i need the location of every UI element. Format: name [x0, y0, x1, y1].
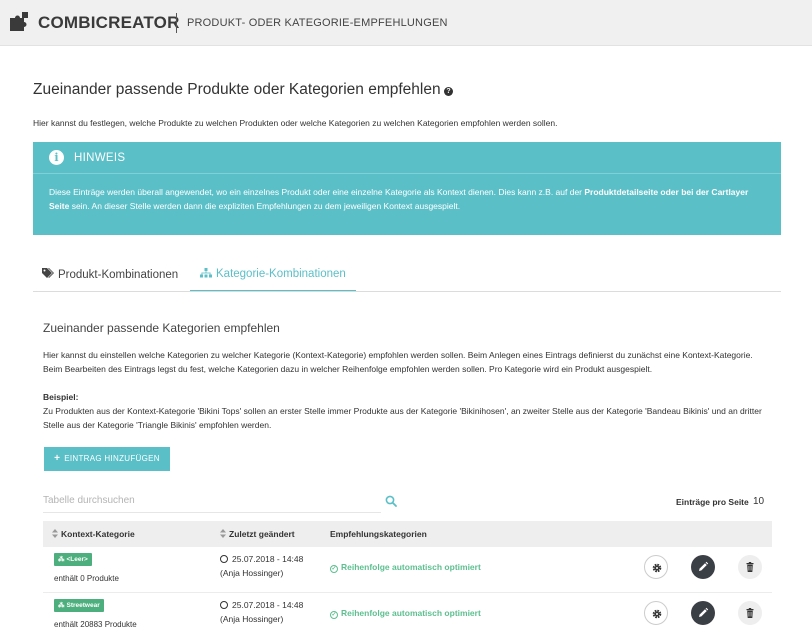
table-row: ⁂ <Leer> enthält 0 Produkte 25.07.2018 - … [43, 547, 772, 593]
tab-label: Kategorie-Kombinationen [216, 268, 346, 280]
plus-icon: + [54, 453, 61, 464]
page-title: Zueinander passende Produkte oder Katego… [33, 81, 441, 98]
table-row: ⁂ Streetwear enthält 20883 Produkte 25.07… [43, 593, 772, 632]
category-tag[interactable]: ⁂ <Leer> [54, 553, 92, 566]
sort-icon [52, 529, 58, 538]
header-divider [176, 13, 177, 33]
gear-icon [652, 563, 662, 573]
hint-header: i HINWEIS [33, 142, 781, 174]
product-count: enthält 20883 Produkte [54, 620, 137, 629]
add-entry-button[interactable]: + EINTRAG HINZUFÜGEN [44, 447, 170, 471]
trash-icon [746, 562, 754, 572]
info-icon: i [49, 150, 64, 165]
tab-produkt-kombinationen[interactable]: Produkt-Kombinationen [42, 268, 178, 292]
changed-date: 25.07.2018 - 14:48 [220, 600, 303, 610]
column-header-context-category[interactable]: Kontext-Kategorie [52, 529, 135, 539]
delete-button[interactable] [738, 601, 762, 625]
tags-icon [42, 268, 54, 278]
tab-label: Produkt-Kombinationen [58, 269, 179, 281]
check-circle-icon: ✓ [330, 565, 338, 573]
hint-box: i HINWEIS Diese Einträge werden überall … [33, 142, 781, 235]
hint-text: Diese Einträge werden überall angewendet… [49, 187, 749, 211]
category-tag[interactable]: ⁂ Streetwear [54, 599, 104, 612]
changed-author: (Anja Hossinger) [220, 568, 284, 578]
changed-date: 25.07.2018 - 14:48 [220, 554, 303, 564]
pencil-icon [699, 561, 709, 571]
example-label: Beispiel: [43, 392, 79, 402]
changed-author: (Anja Hossinger) [220, 614, 284, 624]
table-search-input[interactable] [43, 489, 381, 513]
trash-icon [746, 608, 754, 618]
search-icon[interactable] [385, 495, 397, 507]
entries-per-page-select[interactable]: 10 [753, 496, 764, 507]
clock-icon [220, 555, 228, 563]
app-brand[interactable]: COMBICREATOR [38, 13, 180, 33]
puzzle-icon [10, 12, 28, 31]
gear-icon [652, 609, 662, 619]
section-title: Zueinander passende Kategorien empfehlen [43, 321, 280, 335]
page-intro: Hier kannst du festlegen, welche Produkt… [33, 118, 558, 128]
delete-button[interactable] [738, 555, 762, 579]
table-header: Kontext-Kategorie Zuletzt geändert Empfe… [43, 521, 772, 547]
settings-button[interactable] [644, 601, 668, 625]
example-text: Zu Produkten aus der Kontext-Kategorie '… [43, 406, 762, 430]
recommendation-status: ✓ Reihenfolge automatisch optimiert [330, 608, 481, 619]
tab-kategorie-kombinationen[interactable]: Kategorie-Kombinationen [190, 268, 356, 292]
sitemap-icon [200, 268, 212, 278]
tabs-divider [33, 291, 781, 292]
column-header-last-changed[interactable]: Zuletzt geändert [220, 529, 295, 539]
sort-icon [220, 529, 226, 538]
sitemap-icon: ⁂ [58, 602, 65, 609]
hint-title: HINWEIS [74, 152, 126, 164]
help-icon[interactable]: ? [444, 87, 453, 96]
edit-button[interactable] [691, 601, 715, 625]
header-subtitle: PRODUKT- ODER KATEGORIE-EMPFEHLUNGEN [187, 17, 448, 29]
check-circle-icon: ✓ [330, 611, 338, 619]
product-count: enthält 0 Produkte [54, 574, 119, 583]
column-header-recommendation-categories: Empfehlungskategorien [330, 529, 427, 539]
entries-per-page-label: Einträge pro Seite [676, 497, 749, 507]
recommendation-status: ✓ Reihenfolge automatisch optimiert [330, 562, 481, 573]
edit-button[interactable] [691, 555, 715, 579]
settings-button[interactable] [644, 555, 668, 579]
section-description: Hier kannst du einstellen welche Kategor… [43, 350, 753, 374]
pencil-icon [699, 607, 709, 617]
top-bar: COMBICREATOR PRODUKT- ODER KATEGORIE-EMP… [0, 0, 812, 46]
sitemap-icon: ⁂ [58, 556, 65, 563]
clock-icon [220, 601, 228, 609]
add-entry-label: EINTRAG HINZUFÜGEN [64, 454, 160, 463]
